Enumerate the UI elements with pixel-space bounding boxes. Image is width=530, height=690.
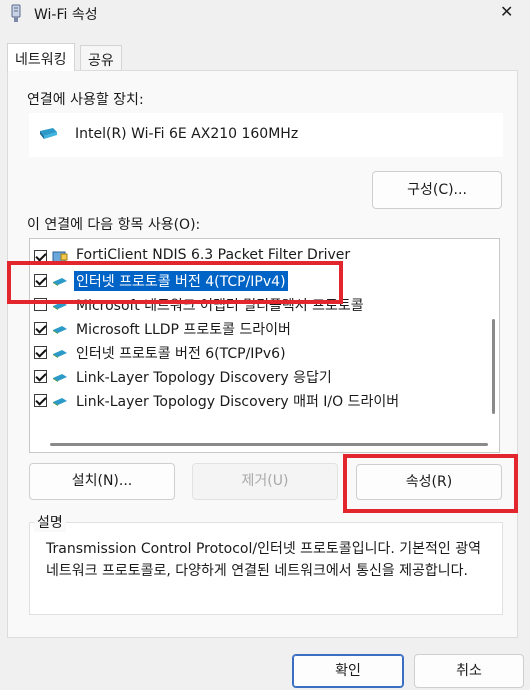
network-protocol-icon: [53, 398, 67, 406]
network-protocol-icon: [53, 350, 67, 358]
title-bar: Wi-Fi 속성 ✕: [0, 0, 530, 30]
list-item-label: 인터넷 프로토콜 버전 6(TCP/IPv6): [76, 346, 286, 362]
description-label: 설명: [34, 512, 66, 532]
checkbox[interactable]: [34, 370, 47, 383]
list-item[interactable]: Link-Layer Topology Discovery 매퍼 I/O 드라이…: [30, 388, 486, 412]
window-title: Wi-Fi 속성: [34, 7, 98, 23]
horizontal-scrollbar[interactable]: [50, 443, 488, 446]
list-item[interactable]: 인터넷 프로토콜 버전 6(TCP/IPv6): [30, 340, 486, 364]
list-item[interactable]: Microsoft LLDP 프로토콜 드라이버: [30, 316, 486, 340]
list-item-label: Link-Layer Topology Discovery 응답기: [76, 370, 332, 386]
network-properties-icon: [11, 4, 21, 22]
tab-sharing[interactable]: 공유: [80, 45, 122, 71]
list-item[interactable]: Link-Layer Topology Discovery 응답기: [30, 364, 486, 388]
connect-using-label: 연결에 사용할 장치:: [27, 92, 144, 108]
items-list-label: 이 연결에 다음 항목 사용(O):: [27, 217, 201, 233]
ok-button[interactable]: 확인: [292, 654, 404, 688]
install-button[interactable]: 설치(N)...: [29, 463, 175, 500]
device-name: Intel(R) Wi-Fi 6E AX210 160MHz: [75, 126, 299, 142]
checkbox[interactable]: [34, 394, 47, 407]
configure-button[interactable]: 구성(C)...: [372, 171, 502, 209]
network-protocol-icon: [53, 374, 67, 382]
list-item-label: Microsoft LLDP 프로토콜 드라이버: [76, 322, 291, 338]
tab-networking[interactable]: 네트워킹: [7, 43, 75, 71]
close-icon[interactable]: ✕: [500, 2, 513, 21]
checkbox[interactable]: [34, 322, 47, 335]
annotation-highlight-ipv4: [7, 261, 343, 304]
annotation-highlight-properties: [343, 454, 518, 513]
remove-button[interactable]: 제거(U): [192, 463, 338, 500]
description-text: Transmission Control Protocol/인터넷 프로토콜입니…: [46, 541, 481, 579]
checkbox[interactable]: [34, 346, 47, 359]
list-item-label: Link-Layer Topology Discovery 매퍼 I/O 드라이…: [76, 394, 400, 410]
cancel-button[interactable]: 취소: [414, 654, 524, 688]
vertical-scrollbar[interactable]: [492, 319, 495, 414]
network-adapter-icon: [40, 128, 57, 139]
network-protocol-icon: [53, 326, 67, 334]
